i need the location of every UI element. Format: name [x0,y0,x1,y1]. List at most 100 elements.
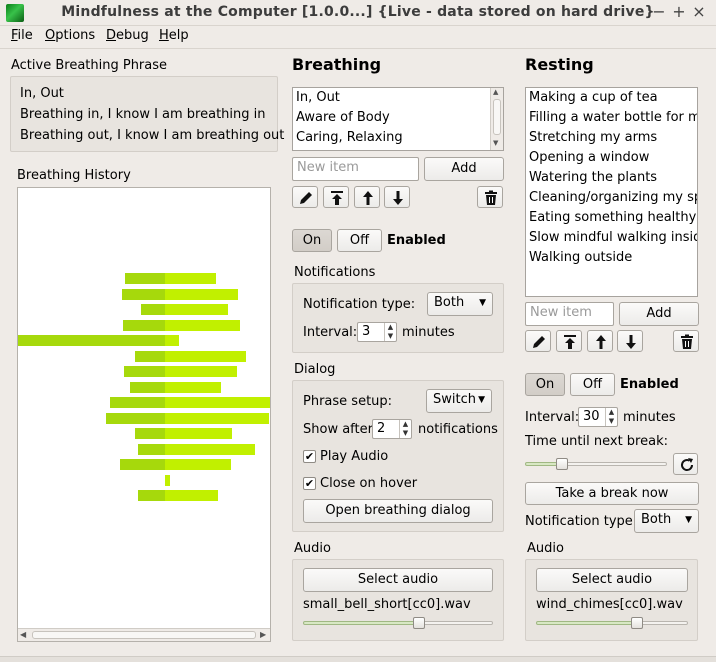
breathing-add-button[interactable]: Add [424,157,504,181]
breathing-off-button[interactable]: Off [337,229,382,252]
play-audio-checkbox[interactable]: ✔ [303,450,316,463]
breathing-move-down-button[interactable] [384,186,410,208]
notification-type-select[interactable]: Both ▼ [427,292,493,316]
open-breathing-dialog-button[interactable]: Open breathing dialog [303,499,493,523]
pencil-icon [300,192,312,204]
resting-new-item-input[interactable]: New item [525,302,614,326]
breathing-new-item-input[interactable]: New item [292,157,419,181]
history-bar-in [123,320,165,331]
menu-file[interactable]: File [11,28,33,43]
arrow-up-icon [596,335,606,349]
list-item[interactable]: Eating something healthy [526,208,697,228]
resting-on-button[interactable]: On [525,373,565,396]
close-on-hover-checkbox[interactable]: ✔ [303,477,316,490]
stepper-arrows-icon[interactable]: ▲ ▼ [384,323,396,341]
close-icon[interactable]: × [690,3,708,21]
history-bars-area [18,188,270,628]
history-scroll-thumb[interactable] [32,631,256,639]
breathing-volume-slider[interactable] [303,616,493,630]
stepper-arrows-icon[interactable]: ▲ ▼ [605,408,617,426]
stepper-arrows-icon[interactable]: ▲ ▼ [399,420,411,438]
minimize-icon[interactable]: − [650,3,668,21]
resting-move-up-button[interactable] [587,330,613,352]
breathing-move-up-button[interactable] [354,186,380,208]
history-bar-in [106,413,165,424]
breathing-audio-file: small_bell_short[cc0].wav [303,597,471,612]
list-item[interactable]: Making a cup of tea [526,88,697,108]
show-after-stepper[interactable]: 2 ▲ ▼ [372,419,412,439]
list-item[interactable]: Caring, Relaxing [293,128,503,148]
active-phrase-heading: Active Breathing Phrase [11,58,168,73]
breathing-select-audio-button[interactable]: Select audio [303,568,493,592]
phrase-setup-select[interactable]: Switch ▼ [426,389,492,413]
resting-notification-type-select[interactable]: Both ▼ [634,509,699,533]
resting-off-button[interactable]: Off [570,373,615,396]
menu-debug[interactable]: Debug [106,28,149,43]
resting-status: Enabled [620,377,679,392]
breathing-history-chart: ◀ ▶ [17,187,271,642]
resting-activity-list[interactable]: Making a cup of tea Filling a water bott… [525,87,698,297]
slider-rest [637,621,688,625]
list-item[interactable]: Watering the plants [526,168,697,188]
breathing-history-heading: Breathing History [17,168,131,183]
breathing-heading: Breathing [292,55,382,74]
interval-unit: minutes [402,325,455,340]
scroll-left-icon[interactable]: ◀ [20,630,26,639]
chevron-down-icon: ▼ [478,395,485,405]
resting-delete-button[interactable] [673,330,699,352]
show-after-unit: notifications [418,422,498,437]
breathing-phrase-list[interactable]: In, Out Aware of Body Caring, Relaxing ▲… [292,87,504,151]
scroll-up-icon[interactable]: ▲ [493,88,498,96]
list-item[interactable]: Stretching my arms [526,128,697,148]
slider-handle[interactable] [631,617,643,629]
list-item[interactable]: Slow mindful walking inside [526,228,697,248]
resting-move-top-button[interactable] [556,330,582,352]
close-on-hover-label: Close on hover [320,476,418,491]
scroll-right-icon[interactable]: ▶ [260,630,266,639]
breathing-interval-stepper[interactable]: 3 ▲ ▼ [357,322,397,342]
list-item[interactable]: In, Out [293,88,503,108]
resting-notification-type-label: Notification type: [525,514,638,529]
history-bar-out [165,273,216,284]
move-to-top-icon [331,191,343,205]
move-to-top-icon [564,335,576,349]
resting-move-down-button[interactable] [617,330,643,352]
time-until-break-slider[interactable] [525,457,667,471]
menu-help[interactable]: Help [159,28,189,43]
dialog-heading: Dialog [294,362,336,377]
phrase-list-scrollbar[interactable]: ▲ ▼ [490,88,503,150]
slider-handle[interactable] [413,617,425,629]
resting-volume-slider[interactable] [536,616,688,630]
history-scrollbar[interactable]: ◀ ▶ [18,628,270,641]
slider-fill [536,621,637,625]
history-bar-in [122,289,165,300]
slider-rest [419,621,493,625]
list-item[interactable]: Cleaning/organizing my space [526,188,697,208]
breathing-edit-button[interactable] [292,186,318,208]
breathing-move-top-button[interactable] [323,186,349,208]
take-break-button[interactable]: Take a break now [525,482,699,505]
maximize-icon[interactable]: + [670,3,688,21]
chevron-down-icon: ▼ [479,298,486,308]
breathing-on-button[interactable]: On [292,229,332,252]
resting-interval-stepper[interactable]: 30 ▲ ▼ [578,407,618,427]
trash-icon [681,334,693,349]
resting-edit-button[interactable] [525,330,551,352]
slider-handle[interactable] [556,458,568,470]
history-bar-out [165,304,228,315]
list-item[interactable]: Aware of Body [293,108,503,128]
breathing-delete-button[interactable] [477,186,503,208]
menu-options[interactable]: Options [45,28,95,43]
phrase-list-scroll-thumb[interactable] [493,99,501,135]
history-bar-out [165,382,221,393]
history-bar-out [165,351,246,362]
list-item[interactable]: Opening a window [526,148,697,168]
scroll-down-icon[interactable]: ▼ [493,139,498,147]
history-bar-out [165,413,269,424]
history-bar-out [165,490,218,501]
list-item[interactable]: Walking outside [526,248,697,268]
resting-select-audio-button[interactable]: Select audio [536,568,688,592]
reset-timer-button[interactable] [673,453,698,475]
list-item[interactable]: Filling a water bottle for my desk [526,108,697,128]
resting-add-button[interactable]: Add [619,302,699,326]
